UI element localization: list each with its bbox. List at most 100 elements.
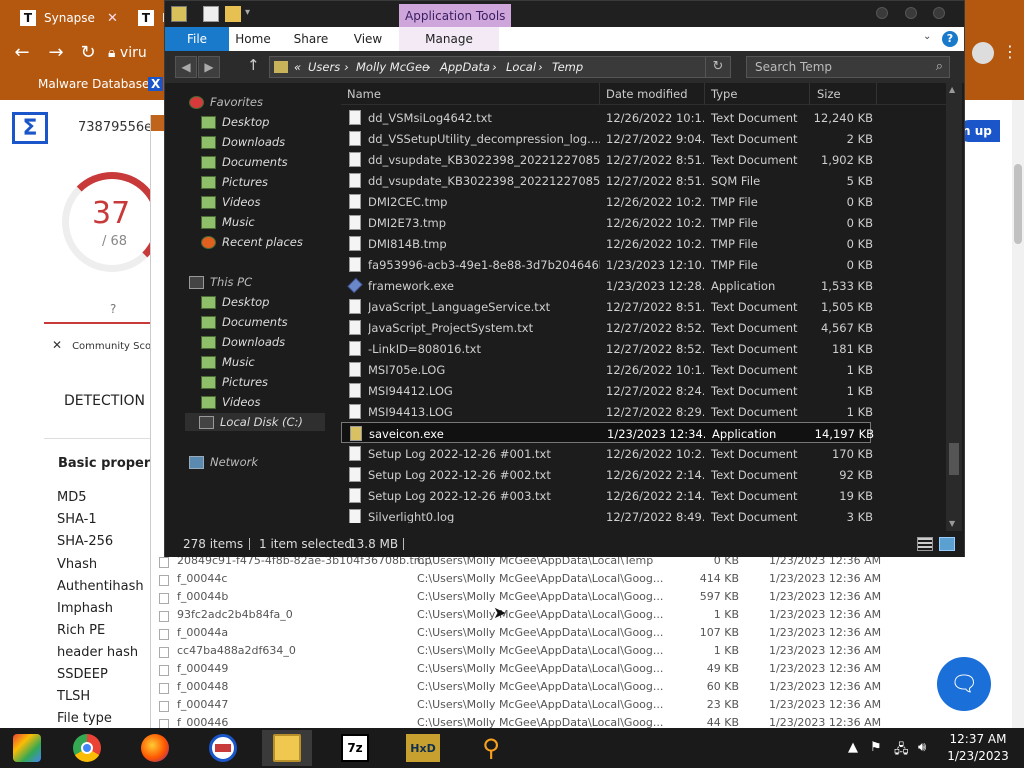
volume-icon[interactable]: 🔊︎: [918, 740, 926, 755]
checkbox[interactable]: [159, 665, 169, 676]
taskbar-google-chrome[interactable]: [62, 730, 112, 766]
bookmark-malware-database[interactable]: Malware Database: [38, 77, 149, 91]
breadcrumb-appdata[interactable]: AppData: [440, 60, 490, 74]
checkbox[interactable]: [159, 701, 169, 712]
file-row[interactable]: JavaScript_ProjectSystem.txt 12/27/2022 8…: [341, 317, 953, 338]
column-name[interactable]: Name: [347, 87, 381, 101]
nav-pc-music[interactable]: Music: [201, 353, 255, 371]
new-folder-icon[interactable]: [225, 6, 241, 22]
scrollbar-thumb[interactable]: [1014, 164, 1022, 244]
tab-detection[interactable]: DETECTION: [64, 393, 145, 409]
chevron-right-icon[interactable]: ›: [344, 60, 349, 74]
back-arrow-icon[interactable]: ←: [10, 42, 34, 64]
file-row[interactable]: DMI2CEC.tmp 12/26/2022 10:2... TMP File 0 K…: [341, 191, 953, 212]
tab-manage[interactable]: Manage: [399, 27, 499, 51]
checkbox[interactable]: [159, 719, 169, 728]
profile-avatar-icon[interactable]: [972, 42, 994, 64]
list-item[interactable]: f_000447 C:\Users\Molly McGee\AppData\Loc…: [159, 698, 909, 716]
nav-local-disk-c[interactable]: Local Disk (C:): [185, 413, 325, 431]
file-row[interactable]: DMI814B.tmp 12/26/2022 10:2... TMP File 0 K…: [341, 233, 953, 254]
checkbox[interactable]: [159, 683, 169, 694]
breadcrumb-overflow[interactable]: «: [294, 60, 301, 74]
nav-pc-pictures[interactable]: Pictures: [201, 373, 268, 391]
checkbox[interactable]: [159, 575, 169, 586]
tab-view[interactable]: View: [347, 27, 389, 51]
minimize-button[interactable]: [876, 7, 888, 19]
nav-pc-downloads[interactable]: Downloads: [201, 333, 285, 351]
network-icon[interactable]: 🖧︎: [894, 740, 909, 762]
nav-pc-videos[interactable]: Videos: [201, 393, 260, 411]
details-view-icon[interactable]: [917, 537, 933, 551]
checkbox[interactable]: [159, 557, 169, 568]
file-row[interactable]: Silverlight0.log 12/27/2022 8:49... Text D…: [341, 506, 953, 523]
up-arrow-icon[interactable]: ↑: [247, 56, 260, 74]
column-divider[interactable]: [876, 83, 877, 105]
chevron-down-icon[interactable]: ⌄: [923, 31, 931, 42]
properties-icon[interactable]: [203, 6, 219, 22]
reload-icon[interactable]: ↻: [76, 42, 100, 64]
taskbar-7zip[interactable]: 7z: [330, 730, 380, 766]
checkbox[interactable]: [159, 611, 169, 622]
taskbar-firefox[interactable]: [130, 730, 180, 766]
file-row[interactable]: saveicon.exe 1/23/2023 12:34... Applicatio…: [341, 422, 874, 443]
checkbox[interactable]: [159, 647, 169, 658]
breadcrumb-temp[interactable]: Temp: [552, 60, 583, 74]
scrollbar-thumb[interactable]: [949, 443, 959, 475]
close-icon[interactable]: ✕: [107, 11, 118, 26]
taskbar-outlook[interactable]: [198, 730, 248, 766]
system-clock[interactable]: 12:37 AM 1/23/2023: [938, 731, 1018, 765]
list-item[interactable]: f_00044c C:\Users\Molly McGee\AppData\Loc…: [159, 572, 909, 590]
column-type[interactable]: Type: [711, 87, 737, 101]
breadcrumb-users[interactable]: Users: [308, 60, 340, 74]
file-row[interactable]: MSI94413.LOG 12/27/2022 8:29... Text Docum…: [341, 401, 953, 422]
tab-share[interactable]: Share: [289, 27, 333, 51]
column-date-modified[interactable]: Date modified: [606, 87, 688, 101]
file-row[interactable]: Setup Log 2022-12-26 #002.txt 12/26/2022 …: [341, 464, 953, 485]
menu-kebab-icon[interactable]: ⋮: [1002, 42, 1018, 61]
forward-arrow-icon[interactable]: →: [44, 42, 68, 64]
nav-fav-music[interactable]: Music: [201, 213, 255, 231]
checkbox[interactable]: [159, 593, 169, 604]
list-item[interactable]: f_000448 C:\Users\Molly McGee\AppData\Loc…: [159, 680, 909, 698]
search-icon[interactable]: ⌕: [936, 57, 943, 77]
help-icon[interactable]: ?: [942, 31, 958, 47]
flag-icon[interactable]: ⚑: [870, 740, 882, 755]
nav-this-pc[interactable]: This PC: [189, 273, 252, 291]
virustotal-logo-icon[interactable]: Σ: [12, 112, 48, 144]
page-scrollbar[interactable]: [1012, 100, 1024, 728]
nav-network[interactable]: Network: [189, 453, 258, 471]
column-divider[interactable]: [704, 83, 705, 105]
nav-fav-recent-places[interactable]: Recent places: [201, 233, 303, 251]
file-row[interactable]: dd_VSMsiLog4642.txt 12/26/2022 10:1... Tex…: [341, 107, 953, 128]
taskbar-file-explorer[interactable]: [262, 730, 312, 766]
file-row[interactable]: fa953996-acb3-49e1-8e88-3d7b204646b5....…: [341, 254, 953, 275]
file-row[interactable]: Setup Log 2022-12-26 #001.txt 12/26/2022 …: [341, 443, 953, 464]
file-row[interactable]: dd_vsupdate_KB3022398_2022122708500.... 1…: [341, 170, 953, 191]
forward-arrow-icon[interactable]: ▶: [198, 56, 220, 78]
nav-fav-documents[interactable]: Documents: [201, 153, 288, 171]
list-item[interactable]: 93fc2adc2b4b84fa_0 C:\Users\Molly McGee\A…: [159, 608, 909, 626]
chat-bubble-icon[interactable]: 🗨︎: [937, 657, 991, 711]
taskbar-search[interactable]: ⚲: [466, 730, 516, 766]
file-row[interactable]: -LinkID=808016.txt 12/27/2022 8:52... Text…: [341, 338, 953, 359]
chevron-right-icon[interactable]: ›: [492, 60, 497, 74]
folder-icon[interactable]: [171, 6, 187, 22]
column-divider[interactable]: [599, 83, 600, 105]
list-item[interactable]: f_00044a C:\Users\Molly McGee\AppData\Loc…: [159, 626, 909, 644]
back-arrow-icon[interactable]: ◀: [175, 56, 197, 78]
close-button[interactable]: [933, 7, 945, 19]
column-divider[interactable]: [809, 83, 810, 105]
breadcrumb-local[interactable]: Local: [506, 60, 536, 74]
chevron-right-icon[interactable]: ›: [426, 60, 431, 74]
nav-fav-videos[interactable]: Videos: [201, 193, 260, 211]
nav-fav-desktop[interactable]: Desktop: [201, 113, 269, 131]
scroll-up-icon[interactable]: ▲: [949, 85, 955, 94]
file-row[interactable]: MSI94412.LOG 12/27/2022 8:24... Text Docum…: [341, 380, 953, 401]
bookmark-x[interactable]: X: [148, 77, 164, 91]
nav-pc-documents[interactable]: Documents: [201, 313, 288, 331]
address-bar[interactable]: « Users › Molly McGee › AppData › Local …: [269, 56, 709, 78]
browser-tab-synapse[interactable]: T Synapse ✕: [14, 4, 124, 32]
file-row[interactable]: dd_VSSetupUtility_decompression_log.... 1…: [341, 128, 953, 149]
nav-fav-downloads[interactable]: Downloads: [201, 133, 285, 151]
file-row[interactable]: MSI705e.LOG 12/26/2022 10:1... Text Docume…: [341, 359, 953, 380]
